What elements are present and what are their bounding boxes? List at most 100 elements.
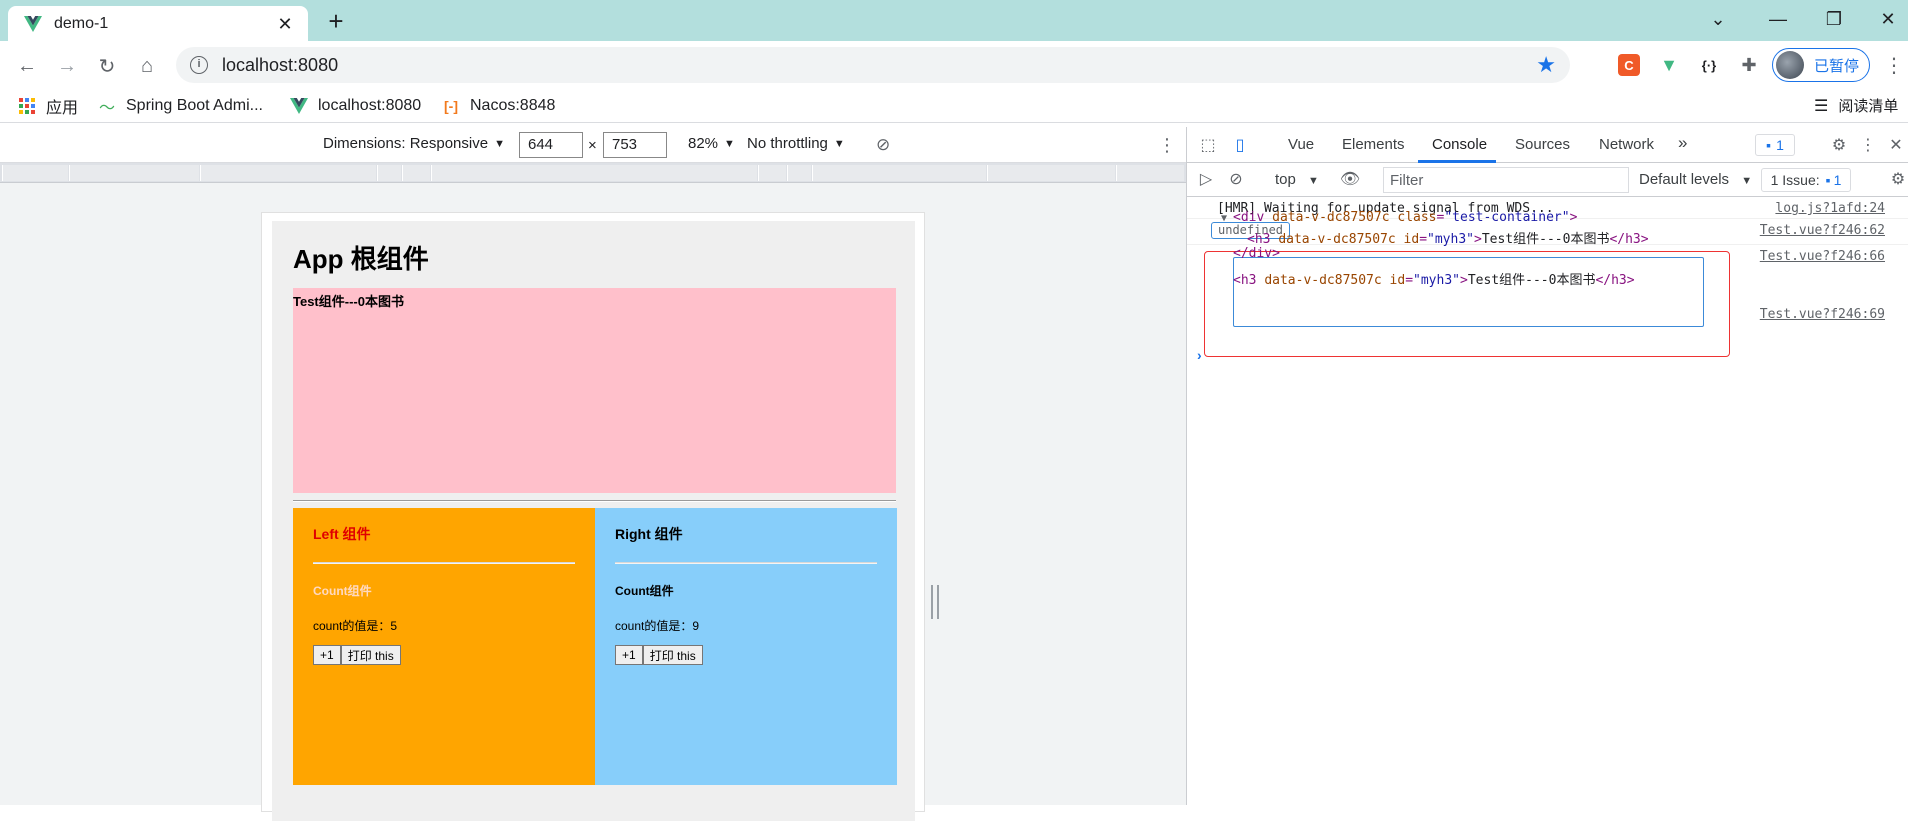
attr-name: class bbox=[1397, 210, 1437, 225]
ruler-segment[interactable] bbox=[431, 165, 757, 181]
devtools-tabbar: ⬚ ▯ Vue Elements Console Sources Network… bbox=[1187, 127, 1908, 163]
attr-value: "myh3" bbox=[1413, 273, 1460, 288]
dropdown-arrow-icon: ▼ bbox=[833, 137, 845, 150]
console-settings-gear-icon[interactable]: ⚙ bbox=[1887, 169, 1908, 189]
vue-logo-icon bbox=[24, 15, 42, 33]
window-close-icon[interactable]: ✕ bbox=[1860, 0, 1908, 38]
home-icon[interactable]: ⌂ bbox=[130, 49, 164, 83]
vue-devtools-extension-icon[interactable]: ▼ bbox=[1658, 54, 1680, 76]
attr-name: data-v-dc87507c bbox=[1272, 210, 1390, 225]
device-toolbar-menu-icon[interactable]: ⋮ bbox=[1158, 135, 1176, 156]
inspect-element-icon[interactable]: ⬚ bbox=[1197, 135, 1219, 155]
profile-status: 已暂停 bbox=[1814, 57, 1860, 75]
count-value: count的值是：9 bbox=[615, 619, 700, 633]
width-input[interactable]: 644 bbox=[519, 132, 583, 158]
media-query-ruler bbox=[0, 163, 1186, 183]
print-this-button[interactable]: 打印 this bbox=[642, 645, 703, 665]
ruler-segment[interactable] bbox=[987, 165, 1115, 181]
attr-name: data-v-dc87507c bbox=[1278, 232, 1396, 247]
live-expression-eye-icon[interactable]: 👁 bbox=[1339, 169, 1361, 189]
ruler-segment[interactable] bbox=[758, 165, 786, 181]
source-link[interactable]: Test.vue?f246:66 bbox=[1760, 249, 1885, 264]
extensions-puzzle-icon[interactable]: ✚ bbox=[1738, 54, 1760, 76]
tab-sources[interactable]: Sources bbox=[1515, 136, 1570, 153]
attr-name: id bbox=[1403, 232, 1420, 247]
more-tabs-icon[interactable]: » bbox=[1678, 133, 1687, 153]
dimensions-label: Dimensions: Responsive bbox=[323, 135, 489, 152]
tab-search-icon[interactable]: ⌄ bbox=[1690, 0, 1746, 38]
bookmark-nacos[interactable]: [-] Nacos:8848 bbox=[442, 95, 555, 117]
height-input[interactable]: 753 bbox=[603, 132, 667, 158]
ruler-segment[interactable] bbox=[200, 165, 376, 181]
console-prompt-icon[interactable]: › bbox=[1197, 347, 1202, 363]
forward-icon[interactable]: → bbox=[50, 49, 84, 83]
ruler-segment[interactable] bbox=[1116, 165, 1184, 181]
attr-name: data-v-dc87507c bbox=[1264, 273, 1382, 288]
bookmark-star-icon[interactable]: ★ bbox=[1536, 52, 1556, 78]
reading-list-button[interactable]: ☰ 阅读清单 bbox=[1814, 95, 1898, 116]
ruler-segment[interactable] bbox=[2, 165, 68, 181]
bookmark-apps[interactable]: 应用 bbox=[18, 95, 78, 117]
source-link[interactable]: Test.vue?f246:62 bbox=[1760, 223, 1885, 238]
expand-triangle-icon[interactable]: ▼ bbox=[1221, 213, 1227, 224]
tab-elements[interactable]: Elements bbox=[1342, 136, 1405, 153]
increment-button[interactable]: +1 bbox=[615, 645, 643, 665]
log-levels-dropdown[interactable]: Default levels ▼ bbox=[1639, 171, 1752, 188]
app-root: App 根组件 Test组件---0本图书 Left 组件 Count组件 co… bbox=[272, 221, 915, 821]
source-link[interactable]: Test.vue?f246:69 bbox=[1760, 307, 1885, 322]
ruler-segment[interactable] bbox=[787, 165, 811, 181]
attr-value: "myh3" bbox=[1427, 232, 1474, 247]
element-text: Test组件---0本图书 bbox=[1481, 232, 1610, 247]
devtools-menu-icon[interactable]: ⋮ bbox=[1857, 135, 1879, 155]
sidebar-toggle-icon[interactable]: ▷ bbox=[1195, 169, 1217, 189]
address-bar[interactable]: i localhost:8080 ★ bbox=[176, 47, 1570, 83]
messages-badge[interactable]: ▪ 1 bbox=[1755, 134, 1795, 156]
device-toolbar-toggle-icon[interactable]: ▯ bbox=[1229, 135, 1251, 155]
close-tab-icon[interactable]: ✕ bbox=[274, 13, 296, 35]
browser-menu-icon[interactable]: ⋮ bbox=[1884, 53, 1904, 78]
dimensions-dropdown[interactable]: Dimensions: Responsive ▼ bbox=[323, 135, 505, 152]
increment-button[interactable]: +1 bbox=[313, 645, 341, 665]
bookmark-spring-boot-admin[interactable]: 〜 Spring Boot Admi... bbox=[98, 95, 263, 117]
throttling-dropdown[interactable]: No throttling ▼ bbox=[747, 135, 845, 152]
rotate-icon[interactable]: ⊘ bbox=[876, 135, 890, 155]
viewport-resize-handle[interactable] bbox=[931, 585, 939, 619]
reload-icon[interactable]: ↻ bbox=[90, 49, 124, 83]
tab-vue[interactable]: Vue bbox=[1288, 136, 1314, 153]
messages-count: 1 bbox=[1776, 137, 1784, 153]
emulated-viewport: App 根组件 Test组件---0本图书 Left 组件 Count组件 co… bbox=[261, 212, 925, 821]
ruler-segment[interactable] bbox=[69, 165, 199, 181]
url-text[interactable]: localhost:8080 bbox=[222, 55, 338, 76]
button-group: +1 打印 this bbox=[313, 645, 575, 665]
settings-gear-icon[interactable]: ⚙ bbox=[1828, 135, 1850, 155]
browser-tab[interactable]: demo-1 ✕ bbox=[8, 6, 308, 41]
minimize-icon[interactable]: — bbox=[1750, 0, 1806, 38]
message-icon: ▪ bbox=[1766, 137, 1772, 153]
tab-network[interactable]: Network bbox=[1599, 136, 1654, 153]
print-this-button[interactable]: 打印 this bbox=[340, 645, 401, 665]
new-tab-icon[interactable]: + bbox=[322, 8, 350, 36]
left-panel: Left 组件 Count组件 count的值是：5 +1 打印 this bbox=[293, 508, 595, 785]
profile-button[interactable]: 已暂停 bbox=[1772, 48, 1870, 82]
back-icon[interactable]: ← bbox=[10, 49, 44, 83]
issues-badge[interactable]: 1 Issue: ▪ 1 bbox=[1761, 168, 1851, 192]
bookmark-localhost[interactable]: localhost:8080 bbox=[290, 95, 421, 117]
zoom-dropdown[interactable]: 82% ▼ bbox=[688, 135, 735, 152]
source-link[interactable]: log.js?1afd:24 bbox=[1775, 201, 1885, 216]
clear-console-icon[interactable]: ⊘ bbox=[1225, 169, 1247, 189]
ruler-segment[interactable] bbox=[812, 165, 986, 181]
site-info-icon[interactable]: i bbox=[190, 56, 208, 74]
tab-console[interactable]: Console bbox=[1432, 136, 1487, 153]
context-dropdown[interactable]: top ▼ bbox=[1275, 171, 1319, 188]
ruler-segment[interactable] bbox=[377, 165, 401, 181]
ruler-segment[interactable] bbox=[402, 165, 430, 181]
csdn-extension-icon[interactable]: C bbox=[1618, 54, 1640, 76]
right-panel: Right 组件 Count组件 count的值是：9 +1 打印 this bbox=[595, 508, 897, 785]
issue-icon: ▪ bbox=[1825, 172, 1831, 188]
div-close-line: </div> bbox=[1233, 246, 1280, 261]
close-devtools-icon[interactable]: ✕ bbox=[1885, 135, 1907, 155]
json-extension-icon[interactable]: {·} bbox=[1698, 54, 1720, 76]
left-title: Left 组件 bbox=[313, 526, 371, 542]
console-filter-input[interactable]: Filter bbox=[1383, 167, 1629, 193]
restore-icon[interactable]: ❐ bbox=[1806, 0, 1862, 38]
